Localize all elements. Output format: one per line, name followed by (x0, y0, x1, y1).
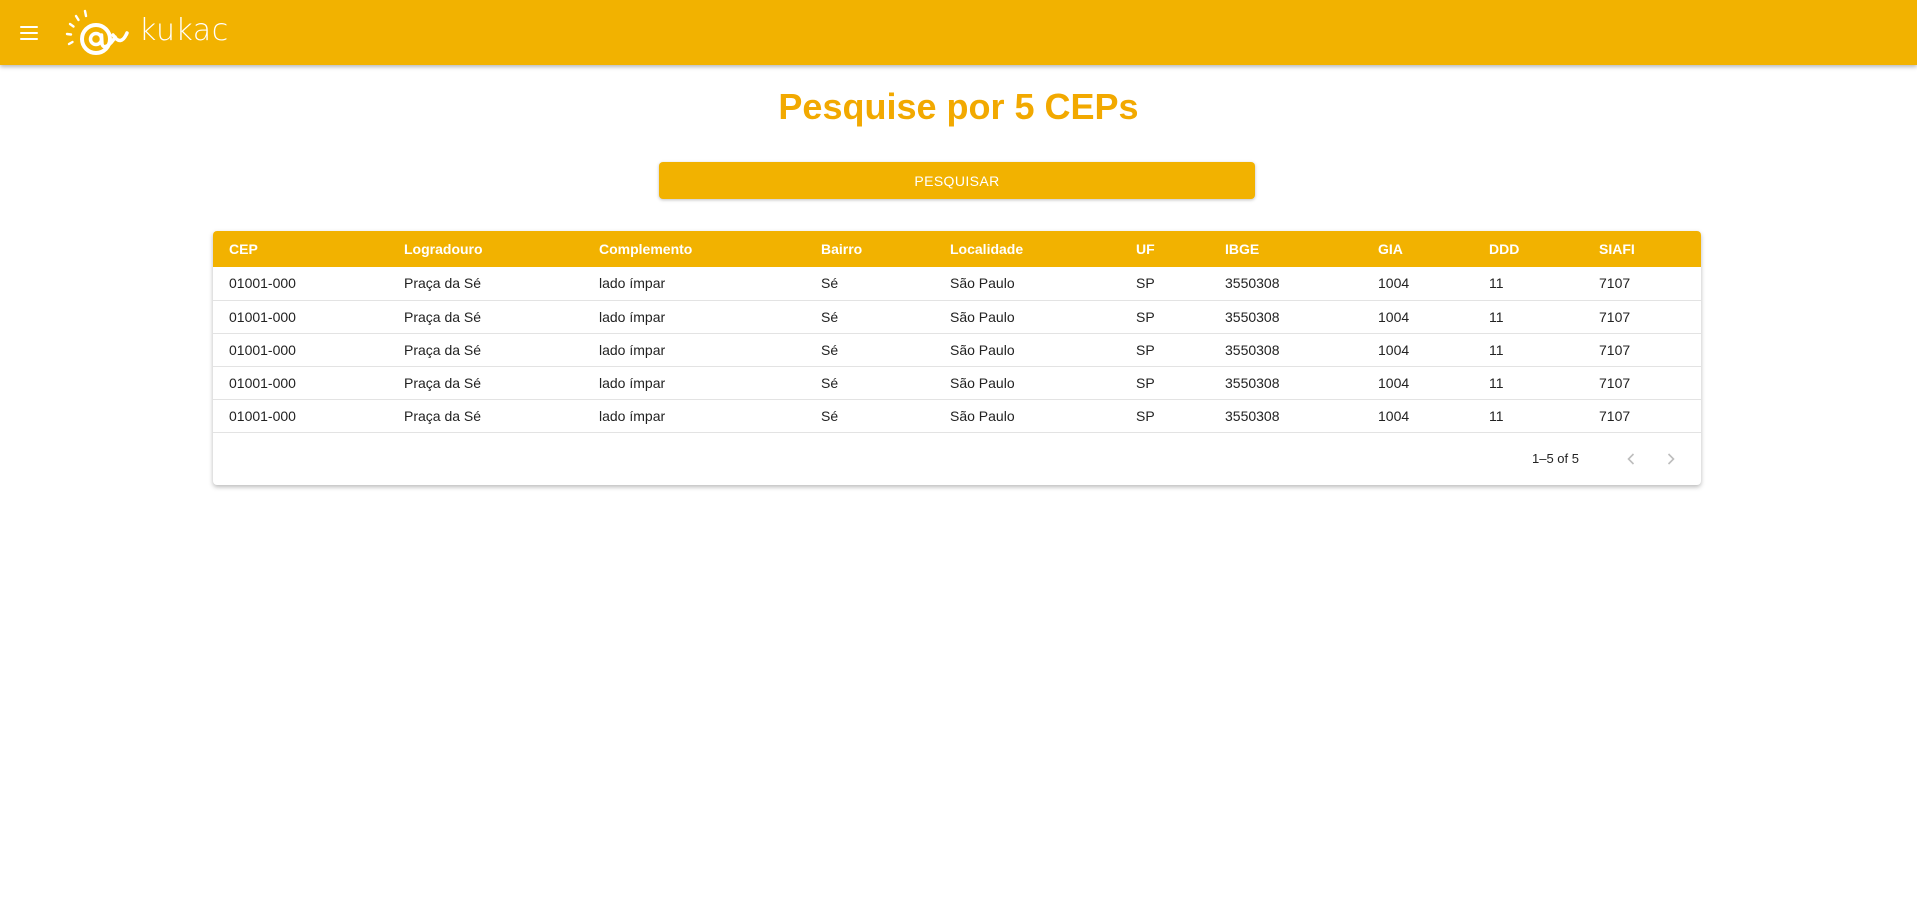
cell-uf: SP (1136, 275, 1155, 292)
cell-ibge: 3550308 (1225, 407, 1280, 424)
cell-siafi: 7107 (1599, 308, 1631, 325)
menu-bar-line (20, 37, 38, 40)
cell-complemento: lado ímpar (599, 308, 666, 325)
column-header-gia[interactable]: GIA (1362, 231, 1473, 267)
cell-bairro: Sé (821, 407, 839, 424)
cell-bairro: Sé (821, 374, 839, 391)
column-header-uf[interactable]: UF (1120, 231, 1209, 267)
cell-gia: 1004 (1378, 275, 1410, 292)
cell-uf: SP (1136, 308, 1155, 325)
kukac-at-logo-icon (65, 9, 129, 55)
cell-ddd: 11 (1489, 308, 1504, 325)
table-pagination: 1–5 of 5 (213, 433, 1701, 485)
cell-localidade: São Paulo (950, 407, 1015, 424)
cell-ibge: 3550308 (1225, 308, 1280, 325)
menu-bar-line (20, 25, 38, 28)
table-header-row: CEP Logradouro Complemento Bairro Locali… (213, 231, 1701, 267)
cell-ddd: 11 (1489, 407, 1504, 424)
cell-ddd: 11 (1489, 341, 1504, 358)
cell-localidade: São Paulo (950, 308, 1015, 325)
cell-localidade: São Paulo (950, 341, 1015, 358)
cell-siafi: 7107 (1599, 275, 1631, 292)
cell-bairro: Sé (821, 341, 839, 358)
cell-logradouro: Praça da Sé (404, 275, 482, 292)
pagination-range: 1–5 of 5 (1532, 451, 1579, 466)
cell-uf: SP (1136, 407, 1155, 424)
search-button[interactable]: PESQUISAR (659, 162, 1255, 199)
cell-gia: 1004 (1378, 407, 1410, 424)
cell-ddd: 11 (1489, 374, 1504, 391)
cell-logradouro: Praça da Sé (404, 341, 482, 358)
cell-logradouro: Praça da Sé (404, 374, 482, 391)
app-bar: kukac (0, 0, 1917, 65)
table-row[interactable]: 01001-000 Praça da Sé lado ímpar Sé São … (213, 300, 1701, 333)
cell-bairro: Sé (821, 308, 839, 325)
column-header-siafi[interactable]: SIAFI (1583, 231, 1701, 267)
cell-ddd: 11 (1489, 275, 1504, 292)
column-header-logradouro[interactable]: Logradouro (388, 231, 583, 267)
page-title: Pesquise por 5 CEPs (778, 86, 1139, 127)
cell-logradouro: Praça da Sé (404, 308, 482, 325)
cell-ibge: 3550308 (1225, 275, 1280, 292)
cell-gia: 1004 (1378, 341, 1410, 358)
brand-name: kukac (139, 13, 229, 48)
cell-ibge: 3550308 (1225, 374, 1280, 391)
cep-results-table: CEP Logradouro Complemento Bairro Locali… (213, 231, 1701, 485)
table-row[interactable]: 01001-000 Praça da Sé lado ímpar Sé São … (213, 366, 1701, 399)
table-row[interactable]: 01001-000 Praça da Sé lado ímpar Sé São … (213, 333, 1701, 366)
cell-siafi: 7107 (1599, 341, 1631, 358)
cell-bairro: Sé (821, 275, 839, 292)
cell-localidade: São Paulo (950, 374, 1015, 391)
cell-cep: 01001-000 (229, 407, 296, 424)
chevron-left-icon[interactable] (1619, 447, 1643, 471)
cell-complemento: lado ímpar (599, 275, 666, 292)
column-header-cep[interactable]: CEP (213, 231, 388, 267)
column-header-bairro[interactable]: Bairro (805, 231, 934, 267)
cell-complemento: lado ímpar (599, 374, 666, 391)
cell-uf: SP (1136, 374, 1155, 391)
cell-logradouro: Praça da Sé (404, 407, 482, 424)
column-header-ddd[interactable]: DDD (1473, 231, 1583, 267)
cell-gia: 1004 (1378, 308, 1410, 325)
menu-bar-line (20, 31, 38, 34)
hamburger-menu-icon[interactable] (15, 19, 43, 47)
table-row[interactable]: 01001-000 Praça da Sé lado ímpar Sé São … (213, 267, 1701, 300)
cell-localidade: São Paulo (950, 275, 1015, 292)
logo[interactable]: kukac (63, 7, 229, 59)
cell-cep: 01001-000 (229, 275, 296, 292)
cell-cep: 01001-000 (229, 374, 296, 391)
cell-uf: SP (1136, 341, 1155, 358)
column-header-ibge[interactable]: IBGE (1209, 231, 1362, 267)
cell-complemento: lado ímpar (599, 341, 666, 358)
cell-complemento: lado ímpar (599, 407, 666, 424)
column-header-localidade[interactable]: Localidade (934, 231, 1120, 267)
cell-cep: 01001-000 (229, 341, 296, 358)
cell-cep: 01001-000 (229, 308, 296, 325)
chevron-right-icon[interactable] (1659, 447, 1683, 471)
cell-gia: 1004 (1378, 374, 1410, 391)
column-header-complemento[interactable]: Complemento (583, 231, 805, 267)
cell-ibge: 3550308 (1225, 341, 1280, 358)
cell-siafi: 7107 (1599, 407, 1631, 424)
table-row[interactable]: 01001-000 Praça da Sé lado ímpar Sé São … (213, 399, 1701, 432)
cell-siafi: 7107 (1599, 374, 1631, 391)
